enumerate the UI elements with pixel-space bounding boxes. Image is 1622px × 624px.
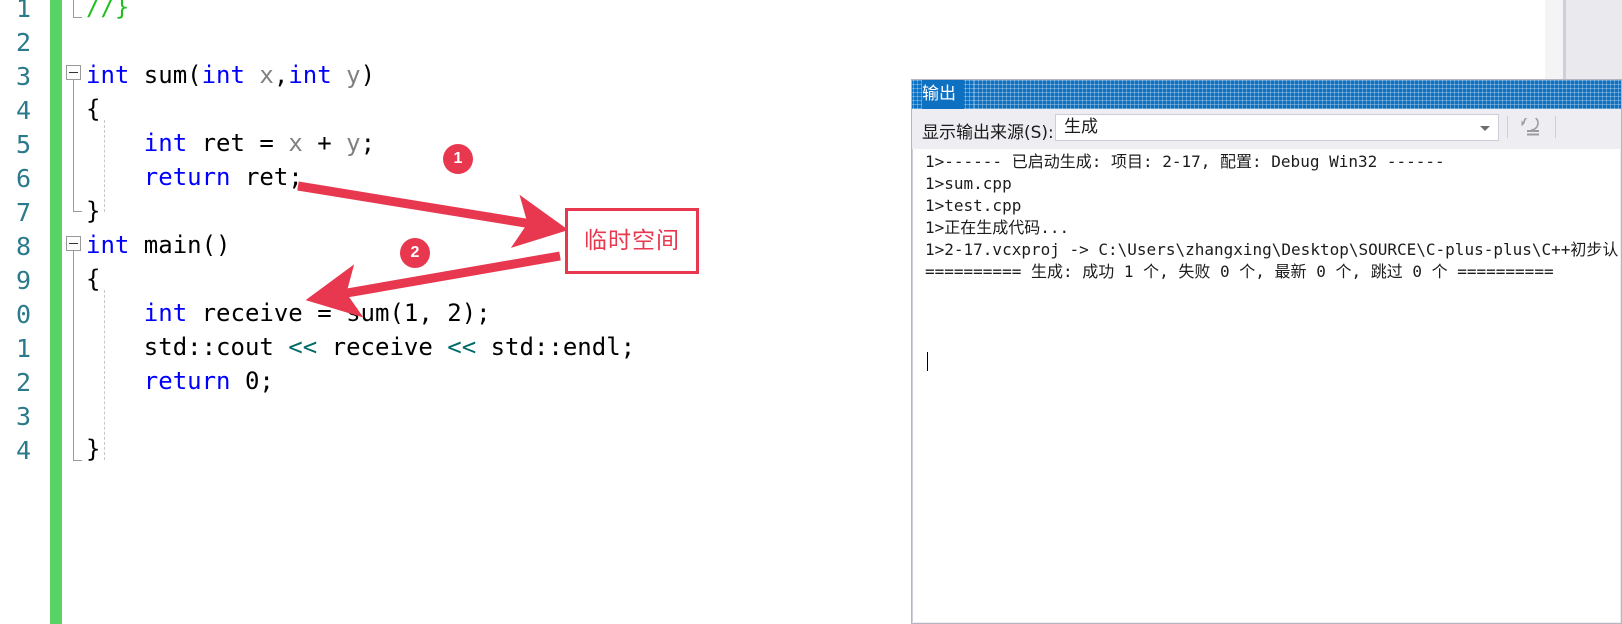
output-line: 1>------ 已启动生成: 项目: 2-17, 配置: Debug Win3…: [925, 152, 1445, 171]
line-number: 0: [15, 300, 31, 329]
code-token: sum(: [129, 61, 202, 89]
show-output-from-label: 显示输出来源(S):: [922, 123, 1054, 143]
code-token: int: [288, 61, 332, 89]
output-line: 1>2-17.vcxproj -> C:\Users\zhangxing\Des…: [925, 240, 1619, 259]
editor-scroll-outer: [1566, 0, 1622, 79]
code-token: return: [143, 367, 231, 395]
code-token: <<: [447, 333, 477, 361]
code-line[interactable]: return 0;: [86, 364, 274, 398]
code-line[interactable]: return ret;: [86, 160, 303, 194]
code-line[interactable]: int ret = x + y;: [86, 126, 375, 160]
line-number: 9: [15, 266, 31, 295]
output-line: 1>正在生成代码...: [925, 218, 1070, 237]
line-number-gutter: 1 2 3 4 5 6 7 8 9 0 1 2 3 4: [0, 0, 45, 624]
line-number: 4: [15, 96, 31, 125]
code-token: ,: [273, 61, 289, 89]
collapse-toggle-main[interactable]: [66, 236, 81, 251]
line-number: 1: [15, 0, 31, 23]
line-number: 5: [15, 130, 31, 159]
line-number: 7: [15, 198, 31, 227]
line-number: 3: [15, 62, 31, 91]
toolbar-separator-right: [1555, 116, 1556, 138]
code-line[interactable]: int main(): [86, 228, 231, 262]
output-panel-title: 输出: [922, 80, 964, 109]
code-token: std::endl;: [476, 333, 636, 361]
code-token: {: [86, 95, 101, 123]
line-number: 1: [15, 334, 31, 363]
clear-output-icon[interactable]: [1520, 115, 1542, 138]
line-number: 3: [15, 402, 31, 431]
outline-guide-main: [73, 251, 74, 461]
line-number: 2: [15, 28, 31, 57]
editor-scroll-margin[interactable]: [1545, 0, 1563, 79]
output-panel[interactable]: 输出 显示输出来源(S): 生成 1>------ 已启动生成: 项目: 2-1…: [911, 79, 1622, 624]
outline-guide-sum: [73, 80, 74, 212]
code-token: x: [259, 61, 274, 89]
code-line[interactable]: std::cout << receive << std::endl;: [86, 330, 635, 364]
chevron-down-icon[interactable]: [1480, 126, 1490, 131]
code-token: //}: [86, 0, 130, 21]
output-source-value: 生成: [1064, 117, 1098, 137]
code-line[interactable]: //}: [86, 0, 129, 24]
code-token: {: [86, 265, 101, 293]
code-token: int: [143, 129, 188, 157]
line-number: 6: [15, 164, 31, 193]
code-token: std::cout: [143, 333, 289, 361]
line-number: 8: [15, 232, 31, 261]
line-number: 4: [15, 436, 31, 465]
indent-guide-sum: [104, 120, 105, 212]
code-token: int: [201, 61, 245, 89]
output-line: 1>sum.cpp: [925, 174, 1012, 193]
outline-guide-foot-main: [73, 460, 82, 461]
code-token: int: [86, 61, 130, 89]
line-number: 2: [15, 368, 31, 397]
code-token: return: [143, 163, 231, 191]
code-line[interactable]: {: [86, 262, 100, 296]
code-token: ret;: [230, 163, 303, 191]
code-line[interactable]: int sum(int x,int y): [86, 58, 375, 92]
code-token: main(): [129, 231, 231, 259]
code-token: ): [360, 61, 376, 89]
code-token: <<: [288, 333, 318, 361]
collapse-toggle-sum[interactable]: [66, 65, 81, 80]
code-token: receive = sum(1, 2);: [187, 299, 491, 327]
output-titlebar[interactable]: 输出: [912, 80, 1621, 109]
code-token: receive: [317, 333, 448, 361]
code-token: 0;: [230, 367, 274, 395]
output-line: ========== 生成: 成功 1 个, 失败 0 个, 最新 0 个, 跳…: [925, 262, 1554, 281]
panel-gap: [900, 79, 911, 624]
code-token: +: [302, 129, 347, 157]
code-line[interactable]: int receive = sum(1, 2);: [86, 296, 491, 330]
indent-guide-main: [104, 290, 105, 460]
code-token: int: [86, 231, 130, 259]
code-token: }: [86, 197, 101, 225]
code-token: ret =: [187, 129, 289, 157]
code-token: y: [346, 129, 361, 157]
code-token: int: [143, 299, 188, 327]
output-line: 1>test.cpp: [925, 196, 1022, 215]
output-text-area[interactable]: 1>------ 已启动生成: 项目: 2-17, 配置: Debug Win3…: [913, 149, 1620, 622]
code-line[interactable]: }: [86, 432, 100, 466]
outline-guide-foot-sum: [73, 211, 82, 212]
code-token: ;: [360, 129, 376, 157]
outline-guide-foot-top: [73, 17, 82, 18]
code-line[interactable]: {: [86, 92, 100, 126]
outline-guide-top: [73, 0, 74, 18]
code-token: x: [288, 129, 303, 157]
changed-lines-indicator: [50, 0, 62, 624]
output-toolbar[interactable]: 显示输出来源(S): 生成: [912, 109, 1621, 149]
code-token: }: [86, 435, 101, 463]
code-line[interactable]: }: [86, 194, 100, 228]
output-source-select[interactable]: 生成: [1055, 114, 1499, 141]
text-caret: [927, 352, 928, 371]
code-token: y: [346, 61, 361, 89]
toolbar-separator-left: [1507, 116, 1508, 138]
